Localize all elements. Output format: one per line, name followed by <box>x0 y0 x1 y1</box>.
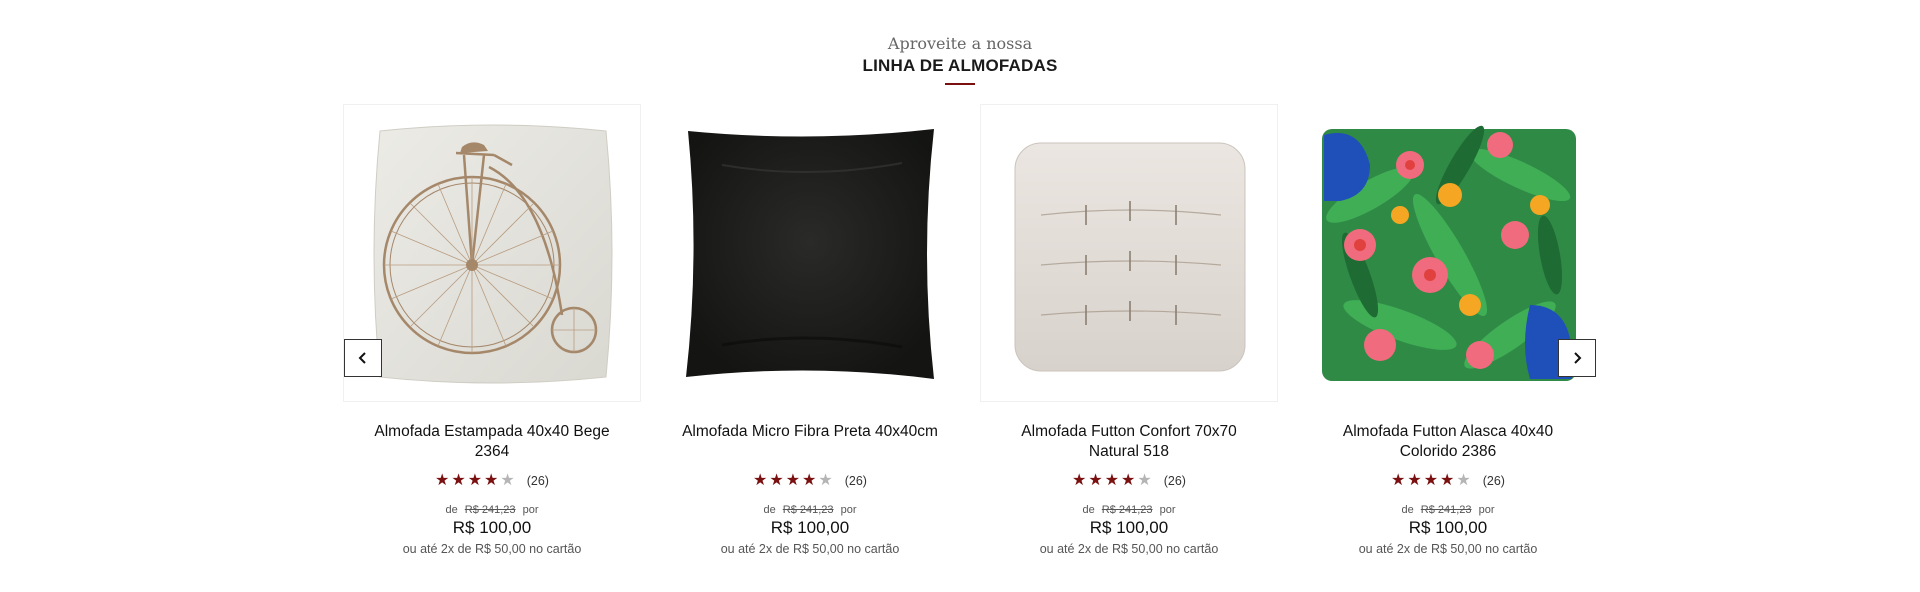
product-name[interactable]: Almofada Micro Fibra Preta 40x40cm <box>661 422 959 464</box>
installments-text: ou até 2x de R$ 50,00 no cartão <box>1358 542 1538 556</box>
product-name[interactable]: Almofada Futton Alasca 40x40 Colorido 23… <box>1299 422 1597 464</box>
current-price: R$ 100,00 <box>770 518 850 537</box>
product-card[interactable]: Almofada Estampada 40x40 Bege 2364 ★ ★ ★… <box>343 104 641 564</box>
section-kicker: Aproveite a nossa <box>887 34 1033 53</box>
star-filled-icon: ★ <box>753 472 768 489</box>
old-price: R$ 241,23 <box>782 504 834 516</box>
review-count: (26) <box>526 474 549 488</box>
old-price-suffix: por <box>840 504 857 516</box>
old-price-line: de R$ 241,23 por <box>343 504 641 516</box>
chevron-left-icon <box>358 352 366 364</box>
old-price-prefix: de <box>1082 504 1095 516</box>
star-empty-icon: ★ <box>818 472 833 489</box>
old-price-prefix: de <box>763 504 776 516</box>
carousel-next-button[interactable] <box>1558 339 1596 377</box>
product-image[interactable] <box>661 104 959 402</box>
old-price-suffix: por <box>1159 504 1176 516</box>
star-filled-icon: ★ <box>1391 472 1406 489</box>
chevron-right-icon <box>1574 352 1582 364</box>
star-filled-icon: ★ <box>484 472 499 489</box>
star-filled-icon: ★ <box>1088 472 1103 489</box>
carousel-prev-button[interactable] <box>344 339 382 377</box>
product-name[interactable]: Almofada Estampada 40x40 Bege 2364 <box>343 422 641 464</box>
product-image[interactable] <box>980 104 1278 402</box>
installments-text: ou até 2x de R$ 50,00 no cartão <box>1039 542 1219 556</box>
star-filled-icon: ★ <box>769 472 784 489</box>
star-empty-icon: ★ <box>1137 472 1152 489</box>
review-count: (26) <box>844 474 867 488</box>
star-filled-icon: ★ <box>1423 472 1439 489</box>
product-rating: ★ ★ ★ ★ ★ (26) <box>661 472 959 490</box>
section-title: LINHA DE ALMOFADAS <box>862 56 1058 75</box>
old-price-line: de R$ 241,23 por <box>661 504 959 516</box>
old-price: R$ 241,23 <box>464 504 516 516</box>
old-price-suffix: por <box>522 504 539 516</box>
star-filled-icon: ★ <box>785 472 801 489</box>
product-rating: ★ ★ ★ ★ ★ (26) <box>1299 472 1597 490</box>
star-filled-icon: ★ <box>1440 472 1455 489</box>
current-price: R$ 100,00 <box>452 518 532 537</box>
old-price-suffix: por <box>1478 504 1495 516</box>
product-image[interactable] <box>343 104 641 402</box>
old-price: R$ 241,23 <box>1420 504 1472 516</box>
star-filled-icon: ★ <box>467 472 483 489</box>
old-price-line: de R$ 241,23 por <box>980 504 1278 516</box>
product-rating: ★ ★ ★ ★ ★ (26) <box>343 472 641 490</box>
current-price: R$ 100,00 <box>1408 518 1488 537</box>
review-count: (26) <box>1482 474 1505 488</box>
star-filled-icon: ★ <box>1072 472 1087 489</box>
old-price: R$ 241,23 <box>1101 504 1153 516</box>
product-card[interactable]: Almofada Futton Confort 70x70 Natural 51… <box>980 104 1278 564</box>
star-filled-icon: ★ <box>451 472 466 489</box>
star-filled-icon: ★ <box>1121 472 1136 489</box>
old-price-line: de R$ 241,23 por <box>1299 504 1597 516</box>
star-empty-icon: ★ <box>500 472 515 489</box>
section-header: Aproveite a nossa LINHA DE ALMOFADAS <box>0 34 1920 85</box>
installments-text: ou até 2x de R$ 50,00 no cartão <box>402 542 582 556</box>
product-card[interactable]: Almofada Futton Alasca 40x40 Colorido 23… <box>1299 104 1597 564</box>
product-rating: ★ ★ ★ ★ ★ (26) <box>980 472 1278 490</box>
old-price-prefix: de <box>445 504 458 516</box>
star-filled-icon: ★ <box>1104 472 1120 489</box>
star-filled-icon: ★ <box>1407 472 1422 489</box>
current-price: R$ 100,00 <box>1089 518 1169 537</box>
product-name[interactable]: Almofada Futton Confort 70x70 Natural 51… <box>980 422 1278 464</box>
product-carousel: Almofada Estampada 40x40 Bege 2364 ★ ★ ★… <box>343 104 1597 574</box>
title-underline <box>945 83 975 85</box>
product-image[interactable] <box>1299 104 1597 402</box>
old-price-prefix: de <box>1401 504 1414 516</box>
star-filled-icon: ★ <box>435 472 450 489</box>
star-empty-icon: ★ <box>1456 472 1471 489</box>
installments-text: ou até 2x de R$ 50,00 no cartão <box>720 542 900 556</box>
product-card[interactable]: Almofada Micro Fibra Preta 40x40cm ★ ★ ★… <box>661 104 959 564</box>
review-count: (26) <box>1163 474 1186 488</box>
star-filled-icon: ★ <box>802 472 817 489</box>
